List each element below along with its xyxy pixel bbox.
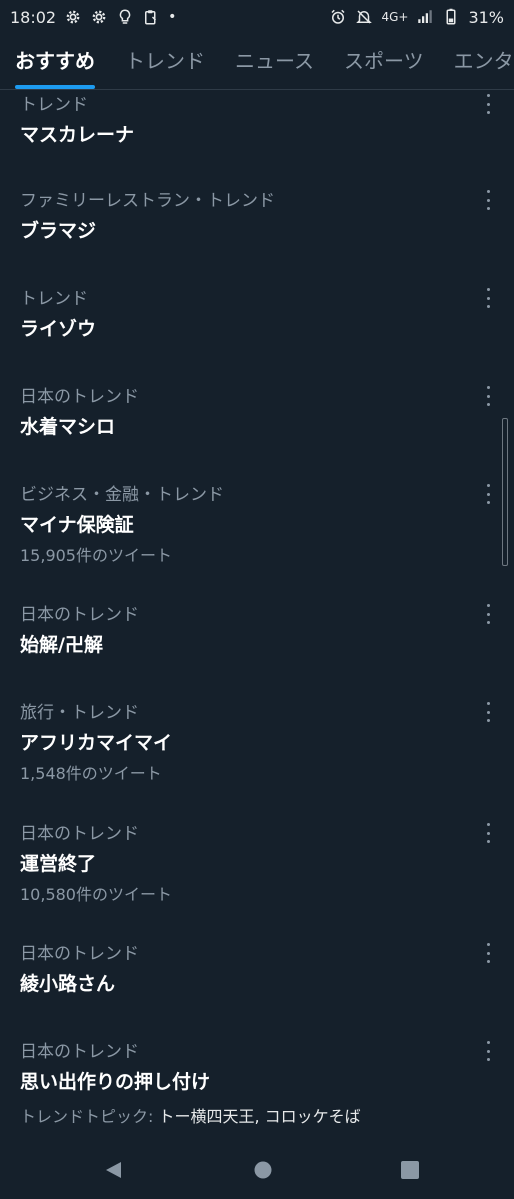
more-vertical-icon[interactable] [478,190,498,210]
tab-news[interactable]: ニュース [220,34,329,89]
trend-name: アフリカマイマイ [20,732,173,754]
trend-context: ビジネス・金融・トレンド [20,485,224,505]
battery-icon [446,8,456,25]
active-tab-indicator [15,85,95,89]
trend-name: 運営終了 [20,853,97,875]
alarm-icon [331,9,345,24]
more-vertical-icon[interactable] [478,823,498,843]
trend-name: ライゾウ [20,318,97,340]
back-icon[interactable] [103,1160,123,1180]
trend-item[interactable]: ファミリーレストラン・トレンド ブラマジ [0,186,514,284]
trend-item[interactable]: 日本のトレンド 綾小路さん [0,939,514,1037]
trend-name: 水着マシロ [20,416,116,438]
trend-item[interactable]: トレンド マスカレーナ [0,90,514,186]
battery-percent: 31% [468,7,504,27]
status-time: 18:02 [10,7,57,27]
trend-context: 旅行・トレンド [20,703,139,723]
trend-context: 日本のトレンド [20,387,139,407]
more-vertical-icon[interactable] [478,94,498,114]
explore-tabs: おすすめ トレンド ニュース スポーツ エンタ [0,34,514,90]
status-bar-left: 18:02 • [0,8,176,27]
home-icon[interactable] [253,1160,273,1180]
more-vertical-icon[interactable] [478,1041,498,1061]
more-vertical-icon[interactable] [478,386,498,406]
trend-context: トレンド [20,289,88,309]
trend-item[interactable]: 日本のトレンド 始解/卍解 [0,600,514,698]
trend-name: 思い出作りの押し付け [20,1071,211,1093]
more-vertical-icon[interactable] [478,943,498,963]
trend-topics: トレンドトピック: トー横四天王, コロッケそば [20,1103,361,1127]
trend-context: 日本のトレンド [20,1042,139,1062]
status-bar-right: 4G+ 31% [329,8,514,27]
trend-context: トレンド [20,95,88,115]
signal-icon [418,10,433,23]
trend-name: ブラマジ [20,220,97,242]
trend-name: マイナ保険証 [20,514,134,536]
trend-item[interactable]: 日本のトレンド 運営終了 10,580件のツイート [0,819,514,939]
trend-name: 始解/卍解 [20,634,103,656]
trend-item[interactable]: 日本のトレンド 水着マシロ [0,382,514,480]
system-nav-bar [0,1140,514,1199]
trend-context: 日本のトレンド [20,605,139,625]
network-type: 4G+ [381,10,409,24]
trend-item[interactable]: ビジネス・金融・トレンド マイナ保険証 15,905件のツイート [0,480,514,598]
more-vertical-icon[interactable] [478,702,498,722]
gear-icon [92,10,106,24]
bell-off-icon [356,10,373,24]
tab-recommended[interactable]: おすすめ [0,34,110,89]
status-dot: • [168,9,177,25]
scrollbar[interactable] [502,418,508,566]
tweet-count: 15,905件のツイート [20,546,172,565]
trend-context: ファミリーレストラン・トレンド [20,191,275,211]
trend-item[interactable]: 旅行・トレンド アフリカマイマイ 1,548件のツイート [0,698,514,818]
tab-sports[interactable]: スポーツ [329,34,439,89]
tab-label: スポーツ [344,49,424,73]
trend-context: 日本のトレンド [20,944,139,964]
trend-topics-value: トー横四天王, コロッケそば [158,1107,361,1126]
recents-icon[interactable] [400,1160,420,1180]
gear-icon [66,10,80,24]
tweet-count: 1,548件のツイート [20,764,162,783]
trend-item[interactable]: 日本のトレンド 思い出作りの押し付け トレンドトピック: トー横四天王, コロッ… [0,1037,514,1137]
trend-name: 綾小路さん [20,973,116,995]
tab-label: ニュース [235,49,314,73]
tab-trending[interactable]: トレンド [110,34,220,89]
trend-topics-label: トレンドトピック: [20,1107,154,1126]
clipboard-icon [145,10,157,25]
tweet-count: 10,580件のツイート [20,885,172,904]
trend-item[interactable]: トレンド ライゾウ [0,284,514,382]
more-vertical-icon[interactable] [478,484,498,504]
trend-name: マスカレーナ [20,124,135,146]
tab-label: おすすめ [15,49,95,73]
trend-context: 日本のトレンド [20,824,139,844]
lightbulb-icon [119,9,131,24]
tab-label: エンタ [453,49,514,73]
status-bar: 18:02 • 4G+ 31% [0,0,514,34]
more-vertical-icon[interactable] [478,604,498,624]
tab-label: トレンド [125,49,205,73]
more-vertical-icon[interactable] [478,288,498,308]
tab-entertainment[interactable]: エンタ [439,34,514,89]
